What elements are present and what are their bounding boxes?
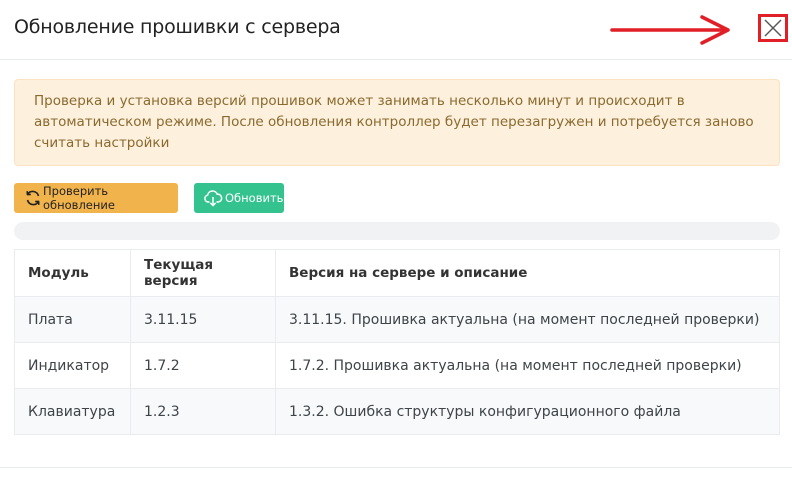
close-button[interactable] xyxy=(758,14,788,42)
firmware-table: Модуль Текущая версия Версия на сервере … xyxy=(14,249,780,435)
cell-server-version: 1.7.2. Прошивка актуальна (на момент пос… xyxy=(275,342,780,389)
table-row: Индикатор 1.7.2 1.7.2. Прошивка актуальн… xyxy=(14,342,780,389)
column-header-current-version: Текущая версия xyxy=(130,249,276,297)
modal-header: Обновление прошивки с сервера xyxy=(0,0,792,60)
table-row: Клавиатура 1.2.3 1.3.2. Ошибка структуры… xyxy=(14,388,780,435)
column-header-module: Модуль xyxy=(14,249,131,297)
cell-current-version: 3.11.15 xyxy=(130,296,276,343)
cell-module: Индикатор xyxy=(14,342,131,389)
update-label: Обновить xyxy=(225,191,284,205)
table-header-row: Модуль Текущая версия Версия на сервере … xyxy=(14,249,780,297)
column-header-server-version: Версия на сервере и описание xyxy=(275,249,780,297)
cell-current-version: 1.7.2 xyxy=(130,342,276,389)
annotation-arrow-icon xyxy=(610,15,730,45)
check-update-button[interactable]: Проверить обновление xyxy=(14,183,178,213)
close-icon xyxy=(764,19,782,37)
update-button[interactable]: Обновить xyxy=(194,183,284,213)
cell-module: Клавиатура xyxy=(14,388,131,435)
modal-footer xyxy=(0,467,792,468)
cell-current-version: 1.2.3 xyxy=(130,388,276,435)
refresh-icon xyxy=(26,190,40,206)
check-update-label: Проверить обновление xyxy=(43,184,115,212)
cell-module: Плата xyxy=(14,296,131,343)
cell-server-version: 1.3.2. Ошибка структуры конфигурационног… xyxy=(275,388,780,435)
cell-server-version: 3.11.15. Прошивка актуальна (на момент п… xyxy=(275,296,780,343)
cloud-download-icon xyxy=(204,190,223,207)
modal-title: Обновление прошивки с сервера xyxy=(14,16,341,38)
progress-bar xyxy=(14,222,780,240)
table-row: Плата 3.11.15 3.11.15. Прошивка актуальн… xyxy=(14,296,780,343)
warning-alert: Проверка и установка версий прошивок мож… xyxy=(14,79,780,166)
